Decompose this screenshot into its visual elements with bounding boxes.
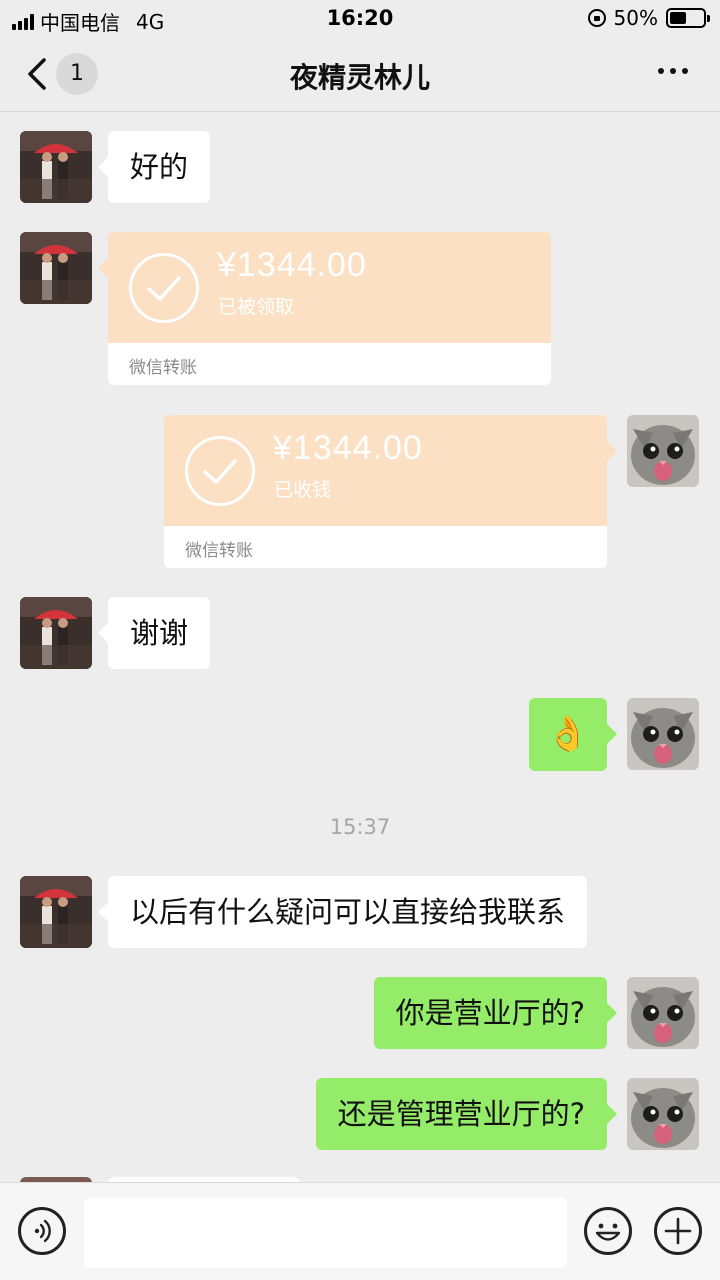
self-avatar[interactable]	[627, 698, 699, 770]
transfer-label: 微信转账	[185, 541, 253, 561]
status-bar: 中国电信 4G 16:20 50%	[0, 0, 720, 38]
message-bubble[interactable]: 谢谢	[97, 597, 211, 669]
transfer-amount: ¥1344.00	[273, 429, 423, 467]
nav-bar: 1 夜精灵林儿	[0, 38, 720, 112]
voice-icon	[34, 1219, 51, 1243]
contact-avatar[interactable]	[20, 131, 92, 203]
transfer-label: 微信转账	[129, 358, 197, 378]
contact-avatar[interactable]	[20, 876, 92, 948]
message-bubble[interactable]: 👌	[529, 698, 617, 771]
contact-avatar[interactable]	[20, 232, 92, 304]
message-bubble[interactable]: 还是管理营业厅的?	[315, 1078, 618, 1150]
emoji-button[interactable]	[584, 1207, 632, 1255]
self-avatar[interactable]	[627, 1078, 699, 1150]
battery-fill	[670, 12, 686, 24]
self-avatar[interactable]	[627, 415, 699, 487]
time-divider: 15:37	[329, 815, 391, 839]
transfer-card-top: ¥1344.00 已被领取	[98, 232, 551, 343]
chat-title: 夜精灵林儿	[289, 61, 430, 94]
ok-hand-emoji: 👌	[546, 714, 590, 754]
voice-button[interactable]	[18, 1207, 66, 1255]
chat-screen: 中国电信 4G 16:20 50% 1 夜精灵林儿 好的 ¥1344.00 已被…	[0, 0, 720, 1280]
check-icon	[129, 253, 199, 323]
plus-button[interactable]	[654, 1207, 702, 1255]
battery-percent: 50%	[613, 6, 658, 30]
self-avatar[interactable]	[627, 977, 699, 1049]
emoji-icon	[595, 1223, 621, 1241]
message-bubble[interactable]: 你是营业厅的?	[373, 977, 618, 1049]
transfer-card[interactable]: ¥1344.00 已收钱 微信转账	[164, 415, 617, 568]
transfer-status: 已收钱	[274, 479, 332, 501]
more-dots-icon	[658, 68, 664, 74]
transfer-card[interactable]: ¥1344.00 已被领取 微信转账	[98, 232, 551, 385]
message-bubble[interactable]: 好的	[97, 131, 211, 203]
transfer-card-top: ¥1344.00 已收钱	[164, 415, 617, 526]
more-button[interactable]	[658, 68, 688, 74]
plus-icon	[664, 1217, 692, 1245]
input-bar	[0, 1182, 720, 1280]
check-icon	[185, 436, 255, 506]
transfer-status: 已被领取	[218, 296, 295, 318]
message-input[interactable]	[84, 1198, 567, 1268]
contact-avatar[interactable]	[20, 597, 92, 669]
message-bubble[interactable]: 以后有什么疑问可以直接给我联系	[97, 876, 588, 948]
rotation-lock-icon	[587, 9, 606, 27]
battery-icon	[666, 8, 710, 28]
status-right: 50%	[587, 6, 710, 30]
transfer-amount: ¥1344.00	[217, 246, 367, 284]
